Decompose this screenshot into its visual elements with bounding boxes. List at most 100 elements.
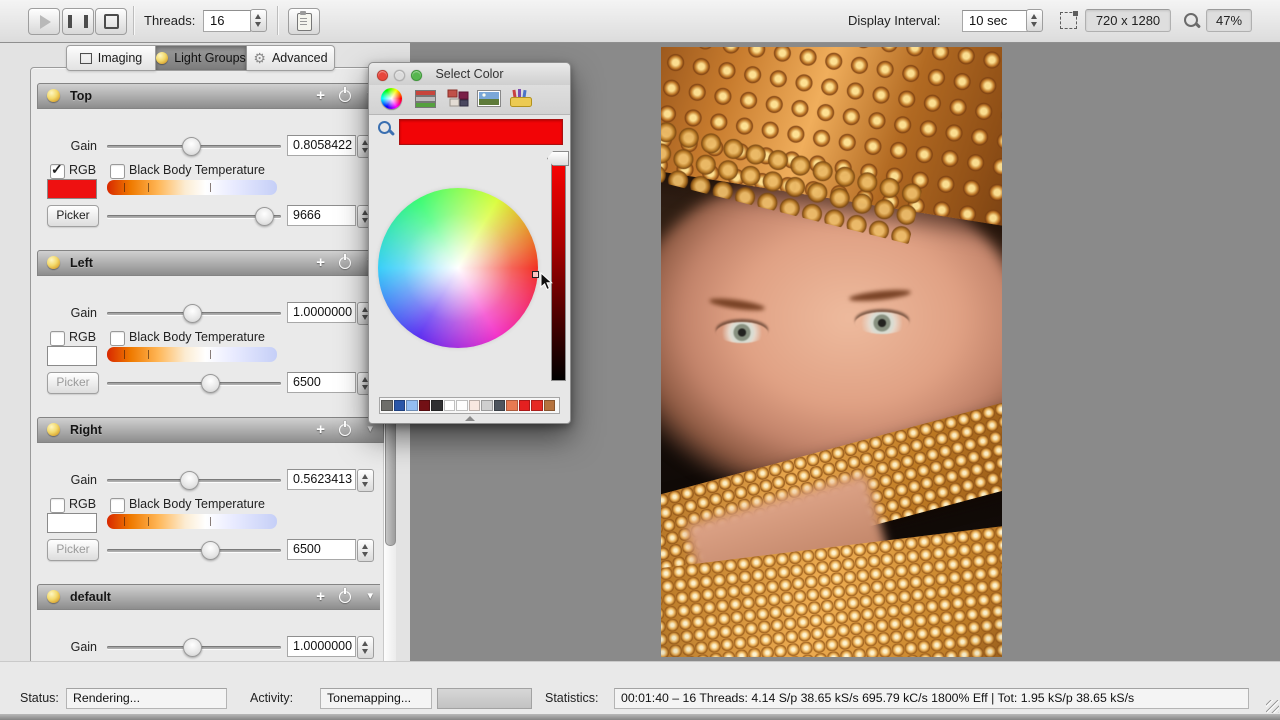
picker-value-field[interactable]: 6500 [287,372,356,393]
zoom-icon[interactable] [1184,13,1198,27]
threads-stepper[interactable] [250,9,267,32]
stop-button[interactable] [95,8,127,35]
gain-slider[interactable] [107,302,281,324]
black-body-checkbox[interactable] [110,331,125,346]
slider-knob[interactable] [180,471,199,490]
power-icon[interactable] [339,257,351,269]
gain-slider[interactable] [107,636,281,658]
group-color-swatch[interactable] [47,513,97,533]
gain-value-field[interactable]: 0.8058422 [287,135,356,156]
picker-value-field[interactable]: 9666 [287,205,356,226]
picker-slider[interactable] [107,205,281,227]
rgb-checkbox[interactable] [50,331,65,346]
tab-label: Imaging [98,51,142,65]
color-swatch[interactable] [381,400,393,411]
gain-stepper[interactable] [357,469,374,492]
power-icon[interactable] [339,591,351,603]
group-color-swatch[interactable] [47,179,97,199]
copy-button[interactable] [288,8,320,35]
gain-value-field[interactable]: 1.0000000 [287,636,356,657]
picker-button[interactable]: Picker [47,539,99,561]
add-icon[interactable]: + [316,418,325,442]
add-icon[interactable]: + [316,585,325,609]
group-header[interactable]: Top + ▾ [37,83,384,109]
slider-knob[interactable] [183,638,202,657]
color-swatch[interactable] [481,400,493,411]
color-swatch[interactable] [506,400,518,411]
slider-knob[interactable] [255,207,274,226]
light-group-left: Left + ▾ Gain 1.0000000 RGB Black Body T… [0,250,380,400]
crayons-mode-icon[interactable] [509,89,533,108]
color-swatch[interactable] [394,400,406,411]
status-field: Rendering... [66,688,227,709]
toolbar-separator [277,6,278,35]
pause-button[interactable] [62,8,94,35]
black-body-gradient[interactable] [107,180,277,195]
color-swatch[interactable] [406,400,418,411]
threads-label: Threads: [144,0,195,42]
add-icon[interactable]: + [316,84,325,108]
color-swatch[interactable] [531,400,543,411]
color-swatch[interactable] [456,400,468,411]
slider-knob[interactable] [201,541,220,560]
black-body-checkbox[interactable] [110,498,125,513]
rgb-checkbox[interactable]: ✓ [50,164,65,179]
color-wheel-mode-icon[interactable] [381,88,402,109]
brightness-slider[interactable] [551,155,566,381]
black-body-gradient[interactable] [107,347,277,362]
tab-label: Light Groups [174,51,246,65]
gain-slider[interactable] [107,469,281,491]
picker-value-field[interactable]: 6500 [287,539,356,560]
power-icon[interactable] [339,424,351,436]
slider-knob[interactable] [183,304,202,323]
gain-label: Gain [40,469,97,491]
picker-slider[interactable] [107,372,281,394]
resize-grip[interactable] [1266,700,1279,713]
swatch-drawer-handle[interactable] [465,416,475,421]
image-palettes-mode-icon[interactable] [477,90,501,107]
tab-advanced[interactable]: ⚙ Advanced [247,45,335,71]
render-preview-layer [661,47,1002,657]
color-wheel[interactable] [378,188,538,348]
group-header[interactable]: default + ▾ [37,584,380,610]
color-wheel-marker[interactable] [532,271,539,278]
group-color-swatch[interactable] [47,346,97,366]
add-icon[interactable]: + [316,251,325,275]
color-swatch[interactable] [544,400,556,411]
black-body-checkbox[interactable] [110,164,125,179]
picker-button[interactable]: Picker [47,372,99,394]
color-swatch[interactable] [469,400,481,411]
slider-knob[interactable] [182,137,201,156]
gain-value-field[interactable]: 0.5623413 [287,469,356,490]
display-interval-stepper[interactable] [1026,9,1043,32]
color-sliders-mode-icon[interactable] [415,90,434,108]
gain-stepper[interactable] [357,636,374,659]
picker-button[interactable]: Picker [47,205,99,227]
color-swatch[interactable] [519,400,531,411]
group-header[interactable]: Left + ▾ [37,250,384,276]
tab-imaging[interactable]: Imaging [66,45,156,71]
power-icon[interactable] [339,90,351,102]
color-swatch[interactable] [494,400,506,411]
color-palettes-mode-icon[interactable] [447,89,469,108]
color-swatch[interactable] [444,400,456,411]
magnifier-icon[interactable] [378,121,391,134]
gain-slider[interactable] [107,135,281,157]
fit-to-window-icon[interactable] [1060,12,1077,29]
color-swatch[interactable] [431,400,443,411]
play-button[interactable] [28,8,60,35]
slider-knob[interactable] [201,374,220,393]
group-header[interactable]: Right + ▾ [37,417,384,443]
rgb-checkbox[interactable] [50,498,65,513]
black-body-gradient[interactable] [107,514,277,529]
picker-slider[interactable] [107,539,281,561]
dialog-title: Select Color [369,63,570,85]
chevron-down-icon[interactable]: ▾ [367,585,373,609]
display-interval-input[interactable]: 10 sec [962,10,1028,32]
tab-light-groups[interactable]: Light Groups [156,45,247,71]
color-swatch[interactable] [419,400,431,411]
picker-stepper[interactable] [357,539,374,562]
gain-value-field[interactable]: 1.0000000 [287,302,356,323]
dialog-titlebar[interactable]: Select Color [369,63,570,86]
threads-input[interactable]: 16 [203,10,251,32]
